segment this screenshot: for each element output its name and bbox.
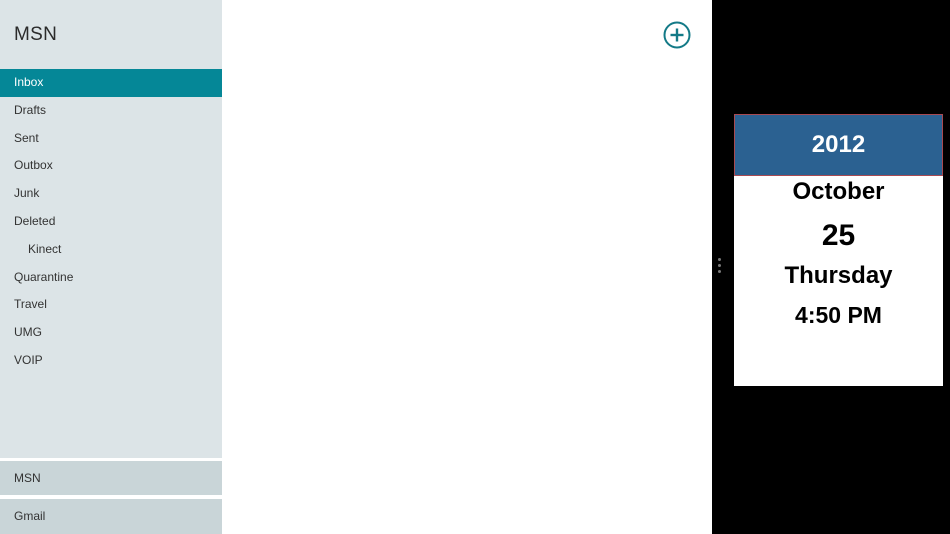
- folder-travel[interactable]: Travel: [0, 291, 222, 319]
- folder-sent[interactable]: Sent: [0, 125, 222, 153]
- folder-list: Inbox Drafts Sent Outbox Junk Deleted Ki…: [0, 69, 222, 375]
- account-msn-button[interactable]: MSN: [0, 461, 222, 495]
- folder-drafts[interactable]: Drafts: [0, 97, 222, 125]
- plus-circle-icon: [663, 21, 691, 49]
- folder-outbox[interactable]: Outbox: [0, 152, 222, 180]
- calendar-time: 4:50 PM: [795, 302, 882, 328]
- folder-deleted[interactable]: Deleted: [0, 208, 222, 236]
- calendar-widget: 2012 October 25 Thursday 4:50 PM: [734, 114, 943, 386]
- sidebar: MSN Inbox Drafts Sent Outbox Junk Delete…: [0, 0, 222, 534]
- calendar-month: October: [792, 178, 885, 205]
- grip-dot: [718, 258, 721, 261]
- folder-umg[interactable]: UMG: [0, 319, 222, 347]
- calendar-year: 2012: [734, 114, 943, 176]
- folder-inbox[interactable]: Inbox: [0, 69, 222, 97]
- folder-kinect[interactable]: Kinect: [0, 236, 222, 264]
- grip-dot: [718, 264, 721, 267]
- message-list-pane: [222, 0, 712, 534]
- grip-dot: [718, 270, 721, 273]
- calendar-day: 25: [821, 219, 856, 252]
- folder-junk[interactable]: Junk: [0, 180, 222, 208]
- folder-quarantine[interactable]: Quarantine: [0, 264, 222, 292]
- account-title: MSN: [14, 24, 58, 45]
- account-gmail-button[interactable]: Gmail: [0, 499, 222, 534]
- folder-voip[interactable]: VOIP: [0, 347, 222, 375]
- new-message-button[interactable]: [663, 21, 691, 49]
- snapped-app-pane: 2012 October 25 Thursday 4:50 PM: [712, 0, 950, 534]
- calendar-weekday: Thursday: [784, 262, 893, 289]
- snap-divider-grip[interactable]: [718, 258, 722, 276]
